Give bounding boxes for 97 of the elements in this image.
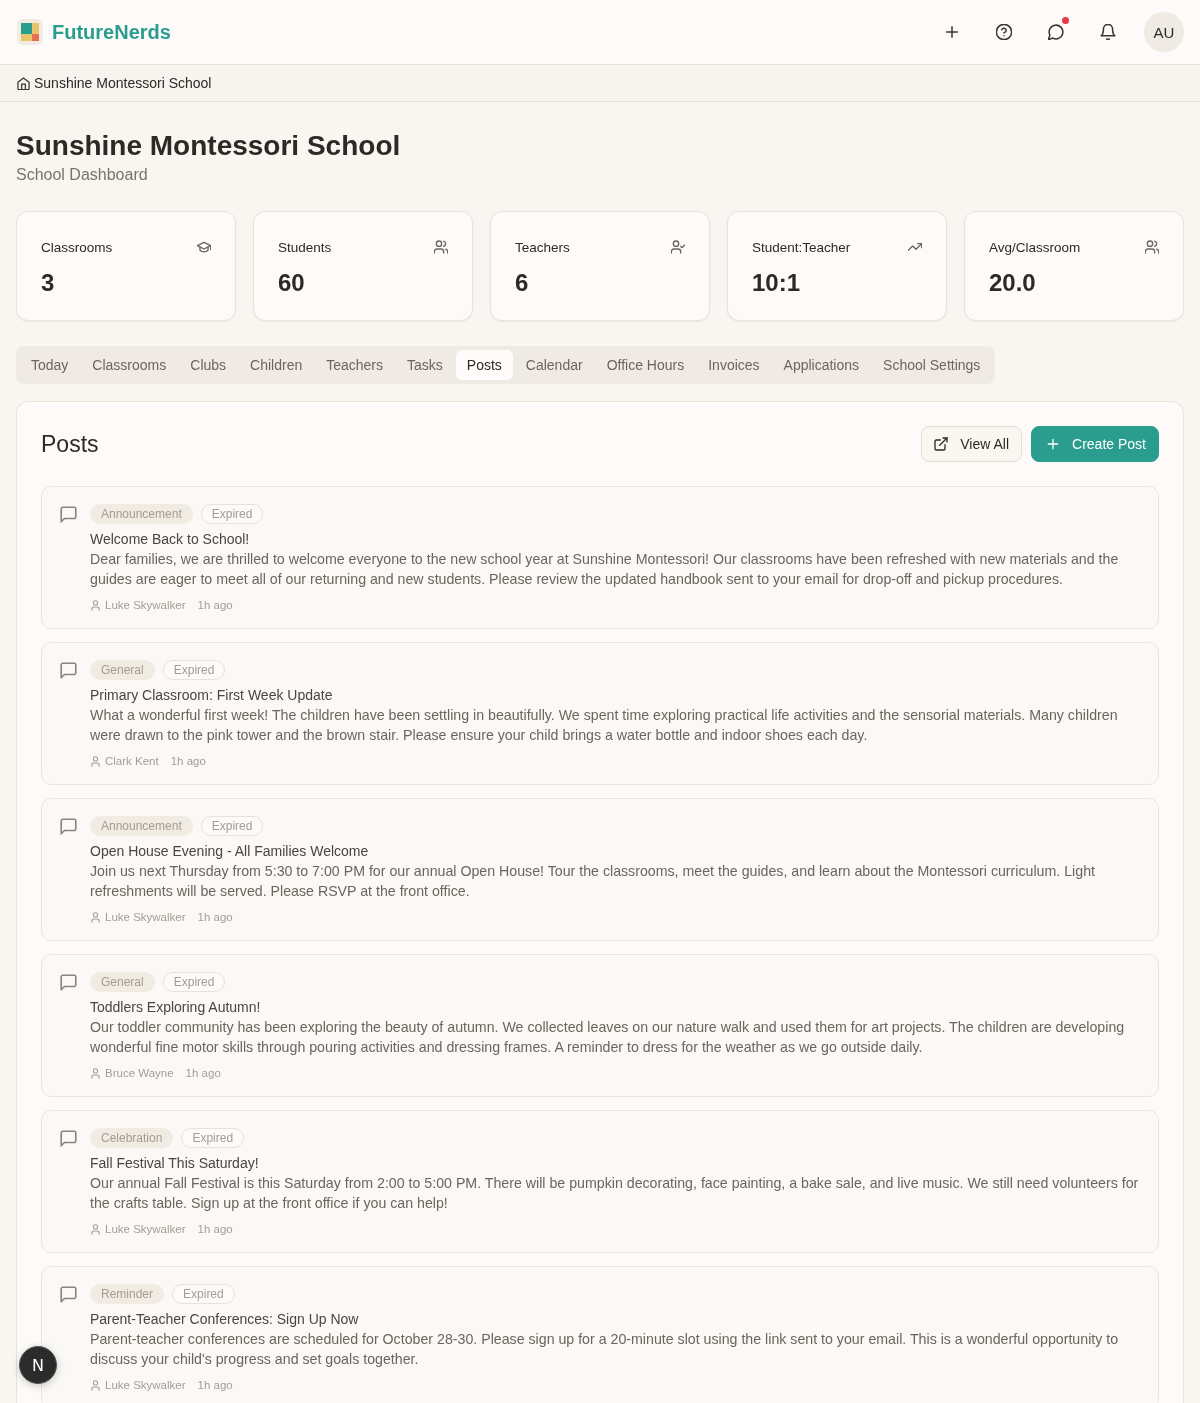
create-post-button[interactable]: Create Post bbox=[1031, 426, 1159, 462]
tab[interactable]: Children bbox=[239, 350, 314, 380]
breadcrumb-link[interactable]: Sunshine Montessori School bbox=[34, 75, 212, 91]
stat-label: Teachers bbox=[515, 239, 570, 255]
author-name: Luke Skywalker bbox=[105, 1379, 186, 1391]
post-title: Open House Evening - All Families Welcome bbox=[90, 842, 369, 861]
brand-name[interactable]: FutureNerds bbox=[52, 20, 171, 44]
status-tag: Expired bbox=[200, 504, 264, 524]
category-tag: Reminder bbox=[90, 1284, 165, 1304]
status-tag: Expired bbox=[162, 660, 226, 680]
tab[interactable]: Clubs bbox=[179, 350, 238, 380]
person-icon bbox=[90, 599, 101, 611]
post-text: Our annual Fall Festival is this Saturday from 2:00 to 5:00 PM. There will be pumpkin decorating, face painting, a bake sale, and live music. We still need volunteers for the crafts table. Sign up at the front office if you can help! bbox=[90, 1174, 1140, 1213]
post-text: Join us next Thursday from 5:30 to 7:00 PM for our annual Open House! Tour the classrooms, meet the guides, and learn about the Montessori curriculum. Light refreshments will be served. Please RSVP at the front office. bbox=[90, 862, 1096, 901]
section-title: Posts bbox=[41, 430, 99, 458]
comment-icon bbox=[60, 1130, 77, 1147]
category-tag: General bbox=[90, 660, 155, 680]
status-tag: Expired bbox=[181, 1128, 245, 1148]
person-icon bbox=[90, 1067, 101, 1079]
tab[interactable]: Today bbox=[20, 350, 80, 380]
external-link-icon bbox=[934, 437, 949, 451]
stat-label: Students bbox=[278, 239, 332, 255]
person-icon bbox=[90, 1379, 101, 1391]
author-name: Luke Skywalker bbox=[105, 1223, 186, 1235]
category-tag: Announcement bbox=[90, 504, 193, 524]
people-icon bbox=[434, 240, 448, 254]
chat-bubble-icon[interactable] bbox=[1048, 24, 1064, 40]
status-tag: Expired bbox=[200, 816, 264, 836]
comment-icon bbox=[60, 506, 77, 523]
post-time: 1h ago bbox=[170, 755, 206, 767]
author-name: Clark Kent bbox=[105, 755, 159, 767]
person-icon bbox=[90, 755, 101, 767]
post-time: 1h ago bbox=[197, 599, 233, 611]
post-card[interactable] bbox=[41, 798, 1159, 941]
post-card[interactable] bbox=[41, 486, 1159, 629]
help-icon[interactable] bbox=[996, 24, 1012, 40]
tab[interactable]: Posts bbox=[455, 350, 513, 380]
post-text: Parent-teacher conferences are scheduled for October 28-30. Please sign up for a 20-minute slot using the link sent to your email. This is a wonderful opportunity to discuss your child's progress and set goals together. bbox=[90, 1330, 1120, 1369]
tab[interactable]: Invoices bbox=[697, 350, 771, 380]
post-title: Welcome Back to School! bbox=[90, 530, 250, 549]
tab[interactable]: Teachers bbox=[315, 350, 394, 380]
status-tag: Expired bbox=[162, 972, 226, 992]
category-tag: Announcement bbox=[90, 816, 193, 836]
tab[interactable]: Calendar bbox=[514, 350, 594, 380]
page-subtitle: School Dashboard bbox=[16, 165, 148, 185]
tab[interactable]: Applications bbox=[772, 350, 871, 380]
stat-label: Classrooms bbox=[41, 239, 113, 255]
stat-value: 20.0 bbox=[989, 268, 1036, 298]
comment-icon bbox=[60, 662, 77, 679]
category-tag: Celebration bbox=[90, 1128, 174, 1148]
logo-icon bbox=[17, 19, 43, 45]
stat-value: 60 bbox=[278, 268, 305, 298]
post-time: 1h ago bbox=[197, 1223, 233, 1235]
person-icon bbox=[90, 911, 101, 923]
person-icon bbox=[90, 1223, 101, 1235]
view-all-button[interactable]: View All bbox=[921, 426, 1023, 462]
author-name: Luke Skywalker bbox=[105, 911, 186, 923]
post-time: 1h ago bbox=[197, 911, 233, 923]
stat-value: 10:1 bbox=[752, 268, 801, 298]
stat-value: 6 bbox=[515, 268, 529, 298]
post-title: Primary Classroom: First Week Update bbox=[90, 686, 333, 705]
comment-icon bbox=[60, 974, 77, 991]
category-tag: General bbox=[90, 972, 155, 992]
people-icon bbox=[1145, 240, 1159, 254]
comment-icon bbox=[60, 1286, 77, 1303]
post-title: Fall Festival This Saturday! bbox=[90, 1154, 259, 1173]
post-card[interactable] bbox=[41, 642, 1159, 785]
post-text: Dear families, we are thrilled to welcome everyone to the new school year at Sunshine Montessori! Our classrooms have been refreshed with new materials and the guides are eager to meet all of our returning and new students. Please review the updated handbook sent to your email for drop-off and pickup procedures. bbox=[90, 550, 1120, 589]
tab[interactable]: Tasks bbox=[396, 350, 454, 380]
person-check-icon bbox=[671, 240, 685, 254]
post-time: 1h ago bbox=[185, 1067, 221, 1079]
post-title: Parent-Teacher Conferences: Sign Up Now bbox=[90, 1310, 359, 1329]
post-time: 1h ago bbox=[197, 1379, 233, 1391]
comment-icon bbox=[60, 818, 77, 835]
post-card[interactable] bbox=[41, 954, 1159, 1097]
post-card[interactable] bbox=[41, 1110, 1159, 1253]
tab[interactable]: Office Hours bbox=[595, 350, 696, 380]
bell-icon[interactable] bbox=[1100, 24, 1116, 40]
tab[interactable]: Classrooms bbox=[81, 350, 178, 380]
post-text: Our toddler community has been exploring the beauty of autumn. We collected leaves on our nature walk and used them for art projects. The children are developing wonderful fine motor skills through pouring activities and dressing frames. A reminder to dress for the weather as we go outside daily. bbox=[90, 1018, 1126, 1057]
page-title: Sunshine Montessori School bbox=[16, 129, 401, 163]
author-name: Bruce Wayne bbox=[105, 1067, 174, 1079]
plus-icon bbox=[1046, 437, 1061, 451]
trend-up-icon bbox=[908, 240, 922, 254]
post-title: Toddlers Exploring Autumn! bbox=[90, 998, 261, 1017]
avatar[interactable]: AU bbox=[1144, 12, 1184, 52]
post-card[interactable] bbox=[41, 1266, 1159, 1403]
graduation-cap-icon bbox=[197, 240, 211, 254]
stat-label: Student:Teacher bbox=[752, 239, 851, 255]
author-name: Luke Skywalker bbox=[105, 599, 186, 611]
plus-icon[interactable] bbox=[944, 24, 960, 40]
status-tag: Expired bbox=[172, 1284, 235, 1304]
post-text: What a wonderful first week! The children have been settling in beautifully. We spent time exploring practical life activities and the sensorial materials. Many children were drawn to the pink tower and the brown stair. Please ensure your child brings a water bottle and indoor shoes each day. bbox=[90, 706, 1119, 745]
stat-label: Avg/Classroom bbox=[989, 239, 1081, 255]
stat-value: 3 bbox=[41, 268, 55, 298]
home-icon bbox=[17, 76, 30, 90]
tab[interactable]: School Settings bbox=[872, 350, 992, 380]
